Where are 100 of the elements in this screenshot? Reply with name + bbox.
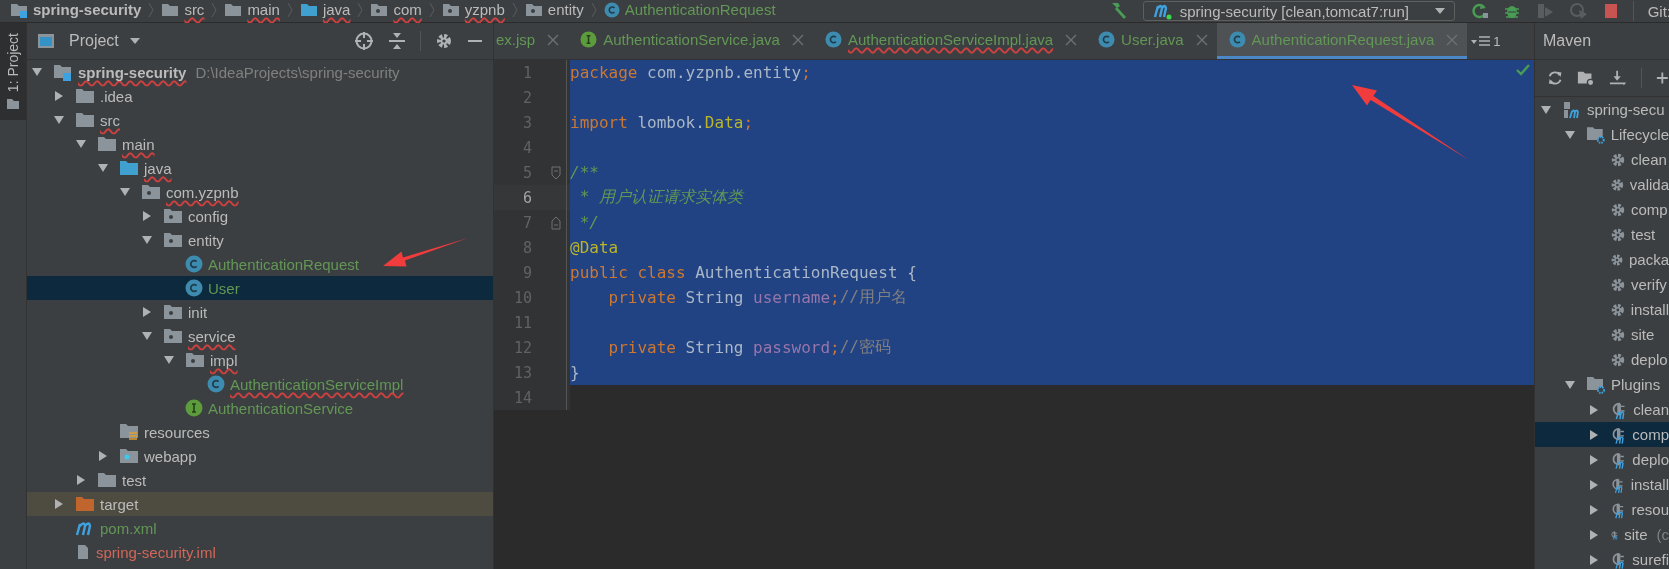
tree-item[interactable]: AuthenticationRequest [27,252,493,276]
breadcrumb-item[interactable]: spring-security [10,1,142,18]
package-icon [185,352,205,368]
tree-item[interactable]: test [27,468,493,492]
tree-item[interactable]: deplo [1535,447,1669,472]
expand-arrow-icon[interactable] [53,90,65,102]
expand-arrow-icon[interactable] [1564,378,1576,391]
stop-icon[interactable] [1602,2,1619,20]
expand-arrow-icon[interactable] [1564,128,1576,141]
tree-item[interactable]: service [27,324,493,348]
editor-tab[interactable]: ex.jsp [494,23,569,59]
expand-arrow-icon[interactable] [53,498,65,510]
expand-arrow-icon[interactable] [1588,503,1600,516]
tree-item[interactable]: pom.xml [27,516,493,540]
download-icon[interactable] [1609,69,1628,87]
tree-item[interactable]: target [27,492,493,516]
class-icon [185,279,203,297]
folder-icon [75,88,95,104]
tree-item[interactable]: config [27,204,493,228]
breadcrumb-item[interactable]: com [370,1,422,18]
tree-item[interactable]: deplo [1535,347,1669,372]
editor-tab[interactable]: AuthenticationServiceImpl.java [812,23,1087,59]
refresh-icon[interactable] [1547,69,1564,87]
tree-item[interactable]: verify [1535,272,1669,297]
folder-icon [75,496,95,512]
tree-item[interactable]: test [1535,222,1669,247]
chevron-icon [148,1,155,18]
fold-marker-icon[interactable] [551,165,561,180]
tree-item[interactable]: entity [27,228,493,252]
breadcrumb-item[interactable]: entity [524,1,584,18]
expand-arrow-icon[interactable] [141,330,153,342]
tree-item[interactable]: valida [1535,172,1669,197]
folder-refresh-icon[interactable] [1577,69,1596,87]
add-icon[interactable] [1656,71,1669,85]
tree-item[interactable]: resou [1535,497,1669,522]
hidden-tabs-button[interactable]: 1 [1467,23,1505,59]
class-icon [185,255,203,273]
tree-item[interactable]: init [27,300,493,324]
tree-item[interactable]: clean [1535,397,1669,422]
expand-arrow-icon[interactable] [31,66,43,78]
expand-arrow-icon[interactable] [1588,403,1600,416]
tree-item[interactable]: java [27,156,493,180]
breadcrumb-item[interactable]: AuthenticationRequest [603,1,776,18]
expand-arrow-icon[interactable] [97,162,109,174]
class-icon [207,375,225,393]
fold-marker-icon[interactable] [551,215,561,230]
expand-arrow-icon[interactable] [97,450,109,462]
tree-item[interactable]: .idea [27,84,493,108]
web-folder-icon [119,448,139,464]
run-configuration-dropdown[interactable]: spring-security [clean,tomcat7:run] [1142,1,1455,21]
expand-arrow-icon[interactable] [141,210,153,222]
settings-icon[interactable] [435,32,453,50]
tree-item[interactable]: webapp [27,444,493,468]
expand-arrow-icon[interactable] [141,306,153,318]
tree-item[interactable]: main [27,132,493,156]
expand-arrow-icon[interactable] [141,234,153,246]
tree-item[interactable]: spring-security.iml [27,540,493,564]
expand-arrow-icon[interactable] [1588,528,1600,541]
tree-item[interactable]: comp [1535,422,1669,447]
project-view-dropdown[interactable]: Project [69,32,141,50]
collapse-icon[interactable] [388,31,406,51]
tree-item[interactable]: Lifecycle [1535,122,1669,147]
editor-tab[interactable]: User.java [1086,23,1217,59]
tree-item[interactable]: User [27,276,493,300]
locate-icon[interactable] [354,31,374,51]
expand-arrow-icon[interactable] [75,474,87,486]
tree-item[interactable]: Plugins [1535,372,1669,397]
expand-arrow-icon[interactable] [1540,103,1552,116]
tree-item[interactable]: AuthenticationServiceImpl [27,372,493,396]
tree-item[interactable]: surefi [1535,547,1669,569]
expand-arrow-icon[interactable] [1588,553,1600,566]
tree-item[interactable]: clean [1535,147,1669,172]
breadcrumb-item[interactable]: src [161,1,205,18]
editor-tab[interactable]: AuthenticationService.java [568,23,813,59]
breadcrumb-item[interactable]: java [299,1,351,18]
tree-item[interactable]: impl [27,348,493,372]
tree-item[interactable]: AuthenticationService [27,396,493,420]
tree-item[interactable]: com.yzpnb [27,180,493,204]
expand-arrow-icon[interactable] [53,114,65,126]
expand-arrow-icon[interactable] [1588,453,1600,466]
tree-item[interactable]: packa [1535,247,1669,272]
tree-item[interactable]: install [1535,472,1669,497]
breadcrumb-item[interactable]: yzpnb [441,1,505,18]
tree-item[interactable]: comp [1535,197,1669,222]
gear-icon [1610,176,1625,193]
expand-arrow-icon[interactable] [119,186,131,198]
breadcrumb-item[interactable]: main [224,1,280,18]
expand-arrow-icon[interactable] [75,138,87,150]
project-tool-tab[interactable]: 1: Project [0,23,26,121]
expand-arrow-icon[interactable] [163,354,175,366]
tree-item[interactable]: site [1535,322,1669,347]
tree-item[interactable]: resources [27,420,493,444]
tree-item[interactable]: site (c [1535,522,1669,547]
tree-item[interactable]: spring-security D:\IdeaProjects\spring-security [27,60,493,84]
class-icon [1098,31,1116,48]
expand-arrow-icon[interactable] [1588,428,1600,441]
tree-item[interactable]: spring-secu [1535,97,1669,122]
tree-item[interactable]: install [1535,297,1669,322]
expand-arrow-icon[interactable] [1588,478,1600,491]
tree-item[interactable]: src [27,108,493,132]
